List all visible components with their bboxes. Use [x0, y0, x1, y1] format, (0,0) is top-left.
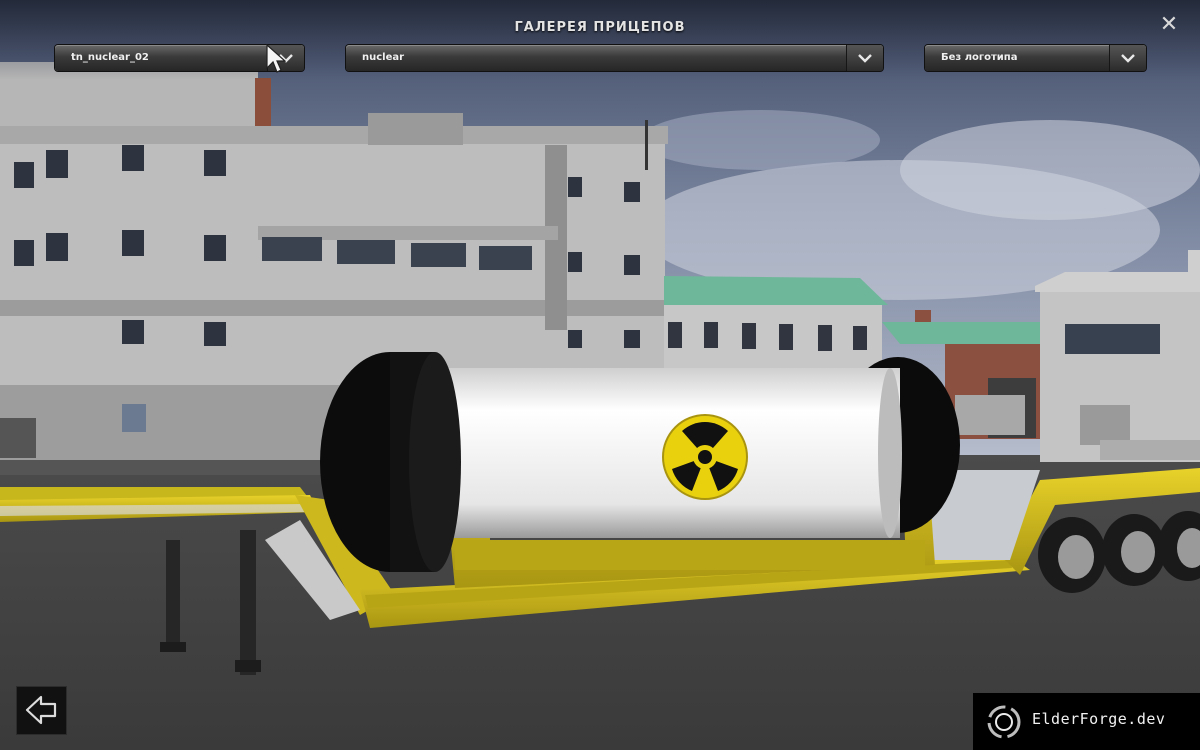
- close-button[interactable]: ✕: [1158, 14, 1180, 36]
- trailer-select-value: tn_nuclear_02: [71, 52, 149, 63]
- cargo-select[interactable]: nuclear: [346, 45, 883, 71]
- mouse-cursor-icon: [266, 44, 286, 73]
- chevron-down-icon[interactable]: [1109, 45, 1146, 71]
- logo-select[interactable]: Без логотипа: [925, 45, 1146, 71]
- watermark: ElderForge.dev: [973, 693, 1200, 750]
- trailer-preview-scene: [0, 0, 1200, 750]
- back-button[interactable]: [16, 686, 67, 735]
- cargo-select-value: nuclear: [362, 52, 405, 63]
- logo-select-value: Без логотипа: [941, 52, 1018, 63]
- page-title: ГАЛЕРЕЯ ПРИЦЕПОВ: [514, 20, 686, 35]
- chevron-down-icon[interactable]: [846, 45, 883, 71]
- watermark-text: ElderForge.dev: [1032, 710, 1166, 728]
- building-right: [1035, 250, 1200, 462]
- radiation-sign: [662, 414, 748, 500]
- arrow-left-icon: [25, 695, 57, 725]
- watermark-logo-icon: [987, 705, 1021, 739]
